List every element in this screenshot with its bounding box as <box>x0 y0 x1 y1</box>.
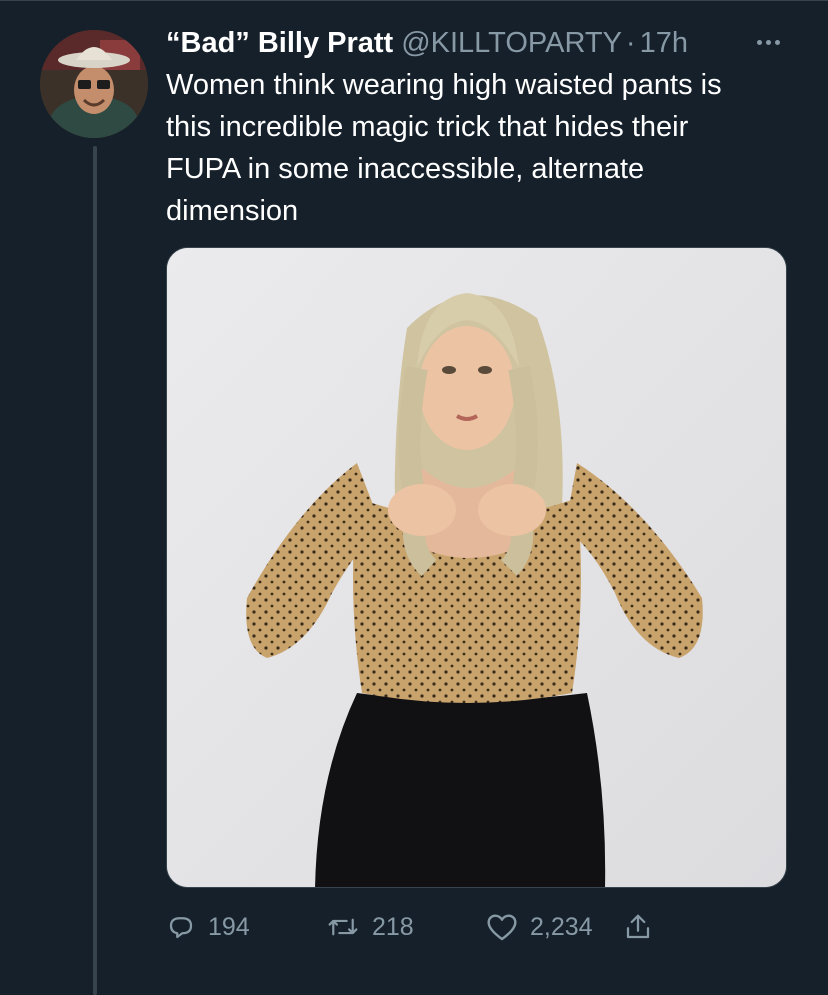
avatar-image <box>40 30 148 138</box>
like-button[interactable]: 2,234 <box>486 905 593 949</box>
display-name[interactable]: “Bad” Billy Pratt <box>166 27 393 60</box>
more-icon[interactable] <box>746 28 790 56</box>
share-icon <box>624 912 652 942</box>
retweet-count: 218 <box>372 912 414 941</box>
like-icon <box>486 912 518 942</box>
tweet-text-line: this incredible magic trick that hides t… <box>166 111 689 143</box>
thread-line <box>93 146 97 995</box>
avatar[interactable] <box>40 30 148 138</box>
timestamp[interactable]: 17h <box>640 27 688 60</box>
user-handle[interactable]: @KILLTOPARTY <box>401 27 622 60</box>
reply-icon <box>166 912 196 942</box>
media-photo <box>167 248 786 887</box>
tweet-media[interactable] <box>166 247 787 888</box>
tweet-text-line: FUPA in some inaccessible, alternate <box>166 153 645 185</box>
reply-count: 194 <box>208 912 250 941</box>
tweet-text: Women think wearing high waisted pants i… <box>166 64 806 232</box>
share-button[interactable] <box>624 905 652 949</box>
tweet-text-line: Women think wearing high waisted pants i… <box>166 69 722 101</box>
separator-dot: · <box>625 26 636 59</box>
tweet-actions: 194 218 2,234 <box>160 905 720 949</box>
tweet-header: “Bad” Billy Pratt @KILLTOPARTY · 17h <box>166 22 766 64</box>
top-divider <box>0 0 828 1</box>
retweet-button[interactable]: 218 <box>326 905 414 949</box>
like-count: 2,234 <box>530 912 593 941</box>
reply-button[interactable]: 194 <box>166 905 250 949</box>
tweet-text-line: dimension <box>166 195 299 227</box>
retweet-icon <box>326 912 360 942</box>
